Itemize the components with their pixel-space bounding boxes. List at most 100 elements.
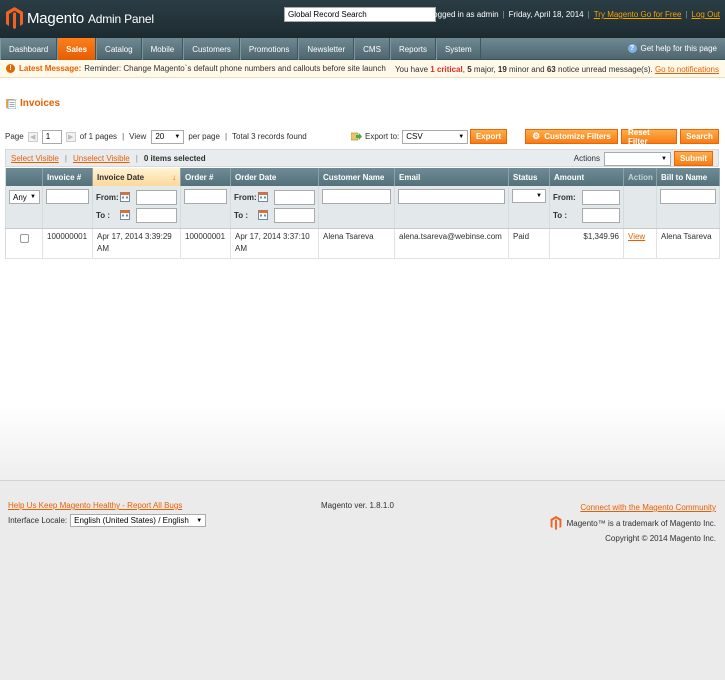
notice-count: 63 <box>546 65 556 74</box>
community-link[interactable]: Connect with the Magento Community <box>580 503 716 512</box>
try-magento-go-link[interactable]: Try Magento Go for Free <box>594 10 682 19</box>
page-title: Invoices <box>6 98 60 109</box>
row-checkbox[interactable] <box>19 234 29 243</box>
filter-status-select[interactable]: ▼ <box>512 189 546 203</box>
col-customer-name[interactable]: Customer Name <box>318 168 395 186</box>
reset-filter-button[interactable]: Reset Filter <box>621 128 677 146</box>
magento-logo-icon <box>6 7 23 29</box>
filter-amount-to[interactable] <box>582 207 620 223</box>
cell-invoice-date: Apr 17, 2014 3:39:29 AM <box>92 228 181 259</box>
nav-mobile[interactable]: Mobile <box>141 38 184 60</box>
invoice-icon <box>6 98 16 109</box>
unselect-visible-link[interactable]: Unselect Visible <box>73 154 130 163</box>
per-page-select[interactable]: 20 ▼ <box>151 129 185 144</box>
go-to-notifications-link[interactable]: Go to notifications <box>655 65 719 74</box>
cell-amount: $1,349.96 <box>549 228 624 259</box>
nav-dashboard[interactable]: Dashboard <box>0 38 58 60</box>
minor-count: 19 <box>497 65 507 74</box>
header-date: Friday, April 18, 2014 <box>508 10 584 19</box>
filter-massaction-select[interactable]: Any ▼ <box>9 190 40 204</box>
view-invoice-link[interactable]: View <box>628 232 645 241</box>
nav-system[interactable]: System <box>435 38 481 60</box>
filter-invoice-date-from[interactable] <box>136 189 177 205</box>
export-button[interactable]: Export <box>470 129 507 144</box>
cell-email: alena.tsareva@webinse.com <box>394 228 509 259</box>
col-order-date[interactable]: Order Date <box>230 168 319 186</box>
next-page-icon[interactable]: ▶ <box>65 131 76 142</box>
col-select <box>5 168 43 186</box>
customize-filters-button[interactable]: ⚙ Customize Filters <box>525 129 618 144</box>
calendar-icon[interactable] <box>258 192 268 202</box>
filter-invoice-number[interactable] <box>46 189 89 204</box>
col-order-number[interactable]: Order # <box>180 168 231 186</box>
help-text: Get help for this page <box>640 44 718 53</box>
latest-message-text: Reminder: Change Magento`s default phone… <box>84 64 386 73</box>
nav-sales[interactable]: Sales <box>57 38 97 60</box>
magento-logo-icon <box>550 516 562 530</box>
export-controls: Export to: CSV ▼ <box>351 129 469 144</box>
nav-customers[interactable]: Customers <box>183 38 240 60</box>
filter-order-date-from[interactable] <box>274 189 315 205</box>
magento-version: Magento ver. 1.8.1.0 <box>321 501 394 510</box>
filter-customer-name[interactable] <box>322 189 391 204</box>
logout-link[interactable]: Log Out <box>692 10 720 19</box>
filter-order-date-to[interactable] <box>274 207 315 223</box>
col-status[interactable]: Status <box>508 168 550 186</box>
logo-brand: Magento <box>27 9 84 27</box>
magento-logo[interactable]: Magento Admin Panel <box>6 6 154 30</box>
alert-icon: ! <box>6 64 15 73</box>
report-bugs-link[interactable]: Help Us Keep Magento Healthy - Report Al… <box>8 501 182 510</box>
admin-header: Magento Admin Panel Logged in as admin|F… <box>0 0 725 38</box>
chevron-down-icon: ▼ <box>30 194 36 200</box>
col-invoice-date[interactable]: Invoice Date ↓ <box>92 168 181 186</box>
cell-order-date: Apr 17, 2014 3:37:10 AM <box>230 228 319 259</box>
system-message-bar: ! Latest Message: Reminder: Change Magen… <box>0 60 725 78</box>
nav-reports[interactable]: Reports <box>389 38 436 60</box>
header-user-info: Logged in as admin | Friday, April 18, 201… <box>428 10 720 19</box>
cell-order-number: 100000001 <box>180 228 231 259</box>
col-amount[interactable]: Amount <box>549 168 624 186</box>
search-button[interactable]: Search <box>680 129 719 144</box>
actions-label: Actions <box>573 154 600 163</box>
col-email[interactable]: Email <box>394 168 509 186</box>
filter-amount-from[interactable] <box>582 189 620 205</box>
gear-icon: ⚙ <box>532 131 541 141</box>
help-icon: ? <box>627 44 637 53</box>
grid-pager: Page ◀ ▶ of 1 pages | View 20▼ per page … <box>5 129 307 144</box>
page-label: Page <box>5 132 24 141</box>
chevron-down-icon: ▼ <box>196 517 203 524</box>
filter-bill-to-name[interactable] <box>660 189 716 204</box>
major-count: 5 <box>467 65 472 74</box>
calendar-icon[interactable] <box>120 192 130 202</box>
export-icon <box>351 132 362 141</box>
message-summary: You have 1 critical, 5 major, 19 minor a… <box>394 65 719 74</box>
select-visible-link[interactable]: Select Visible <box>11 154 59 163</box>
actions-select[interactable]: ▼ <box>604 151 671 166</box>
copyright-text: Copyright © 2014 Magento Inc. <box>605 534 716 543</box>
cell-bill-to-name: Alena Tsareva <box>656 228 720 259</box>
prev-page-icon[interactable]: ◀ <box>27 131 38 142</box>
col-bill-to-name[interactable]: Bill to Name <box>656 168 720 186</box>
export-label: Export to: <box>365 132 400 141</box>
table-row[interactable]: 100000001 Apr 17, 2014 3:39:29 AM 100000… <box>5 228 720 259</box>
chevron-down-icon: ▼ <box>661 155 667 162</box>
help-link[interactable]: ? Get help for this page <box>627 44 718 53</box>
nav-cms[interactable]: CMS <box>354 38 390 60</box>
global-search-input[interactable] <box>284 7 436 22</box>
filter-email[interactable] <box>398 189 505 204</box>
submit-button[interactable]: Submit <box>674 151 713 166</box>
total-records: Total 3 records found <box>232 132 307 141</box>
locale-select[interactable]: English (United States) / English ▼ <box>70 514 207 527</box>
export-format-select[interactable]: CSV ▼ <box>402 129 469 144</box>
nav-newsletter[interactable]: Newsletter <box>298 38 355 60</box>
nav-promotions[interactable]: Promotions <box>239 38 299 60</box>
calendar-icon[interactable] <box>120 210 130 220</box>
page-number-input[interactable] <box>41 129 62 144</box>
filter-order-number[interactable] <box>184 189 227 204</box>
filter-invoice-date-to[interactable] <box>136 207 177 223</box>
nav-catalog[interactable]: Catalog <box>96 38 142 60</box>
calendar-icon[interactable] <box>258 210 268 220</box>
filter-row: Any ▼ From: To : From: To : ▼ From: To : <box>5 186 720 229</box>
col-invoice-number[interactable]: Invoice # <box>42 168 93 186</box>
logo-sub: Admin Panel <box>87 11 154 26</box>
